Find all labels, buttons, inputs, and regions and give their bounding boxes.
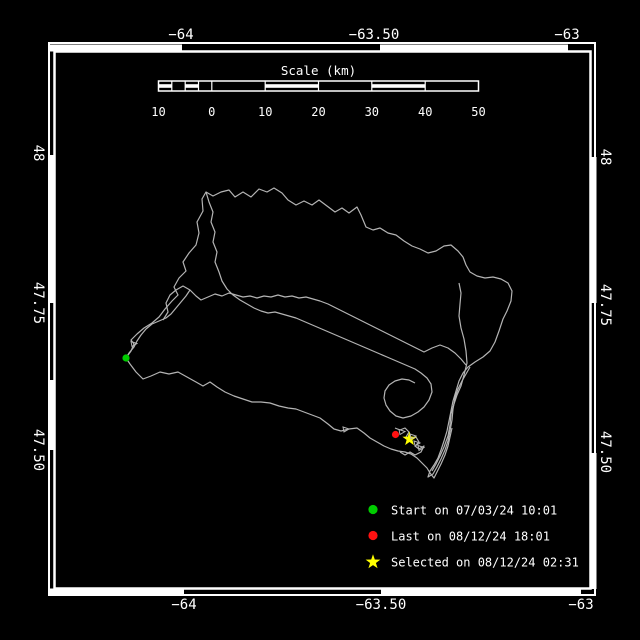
map-plot-svg: −64 −63.50 −63 −64 −63.50 −63 48 47.75 4…	[0, 0, 640, 640]
trajectory-map-figure: −64 −63.50 −63 −64 −63.50 −63 48 47.75 4…	[0, 0, 640, 640]
frame-zebra-segment	[49, 380, 56, 450]
start-position-marker	[122, 354, 129, 361]
legend: Start on 07/03/24 10:01 Last on 08/12/24…	[366, 504, 579, 570]
lon-label-bottom: −64	[171, 597, 196, 613]
position-markers	[122, 342, 424, 451]
track-polyline	[126, 188, 512, 477]
frame-zebra-segment	[380, 45, 568, 52]
track-point-mark	[410, 434, 416, 439]
last-position-marker	[392, 431, 399, 438]
frame-zebra-segment	[49, 155, 56, 303]
track-point-mark	[399, 430, 405, 435]
lon-label-top: −63.50	[349, 27, 400, 43]
frame-zebra-segment	[49, 45, 182, 52]
track-polyline	[206, 192, 432, 418]
legend-label-selected: Selected on 08/12/24 02:31	[391, 556, 579, 570]
track-polyline	[126, 290, 190, 358]
scale-bar-tick-label: 50	[471, 105, 485, 119]
scale-bar: Scale (km) 10 0 10 20 30 40 50	[151, 63, 485, 119]
scale-bar-fill	[265, 84, 318, 88]
lat-label-left: 47.75	[30, 282, 46, 324]
lon-label-bottom: −63.50	[356, 597, 407, 613]
lat-label-left: 48	[30, 145, 46, 162]
frame-zebra-segment	[381, 589, 581, 596]
track-lines	[126, 188, 512, 478]
scale-bar-tick-label: 30	[365, 105, 379, 119]
scale-bar-tick-label: 40	[418, 105, 432, 119]
scale-bar-fill	[185, 84, 198, 88]
frame-zebra-segment	[49, 589, 184, 596]
legend-marker-circle	[368, 531, 377, 540]
legend-marker-circle	[368, 505, 377, 514]
track-polyline	[432, 283, 467, 471]
scale-bar-title: Scale (km)	[281, 63, 356, 78]
scale-bar-tick-label: 10	[258, 105, 272, 119]
lon-label-bottom: −63	[568, 597, 593, 613]
legend-marker-star	[366, 554, 381, 568]
scale-bar-tick-label: 10	[151, 105, 165, 119]
scale-bar-tick-label: 0	[208, 105, 215, 119]
scale-bar-fill	[159, 84, 172, 88]
scale-bar-fill	[372, 84, 425, 88]
frame-zebra-segment	[590, 453, 597, 589]
lat-label-right: 47.50	[597, 431, 613, 473]
legend-label-start: Start on 07/03/24 10:01	[391, 504, 557, 518]
legend-label-last: Last on 08/12/24 18:01	[391, 530, 550, 544]
lon-label-top: −64	[168, 27, 193, 43]
lat-label-right: 48	[597, 149, 613, 166]
lon-label-top: −63	[554, 27, 579, 43]
legend-markers	[366, 505, 381, 568]
lat-label-left: 47.50	[30, 429, 46, 471]
lat-label-right: 47.75	[597, 284, 613, 326]
scale-bar-tick-label: 20	[311, 105, 325, 119]
frame-zebra-segment	[590, 157, 597, 303]
